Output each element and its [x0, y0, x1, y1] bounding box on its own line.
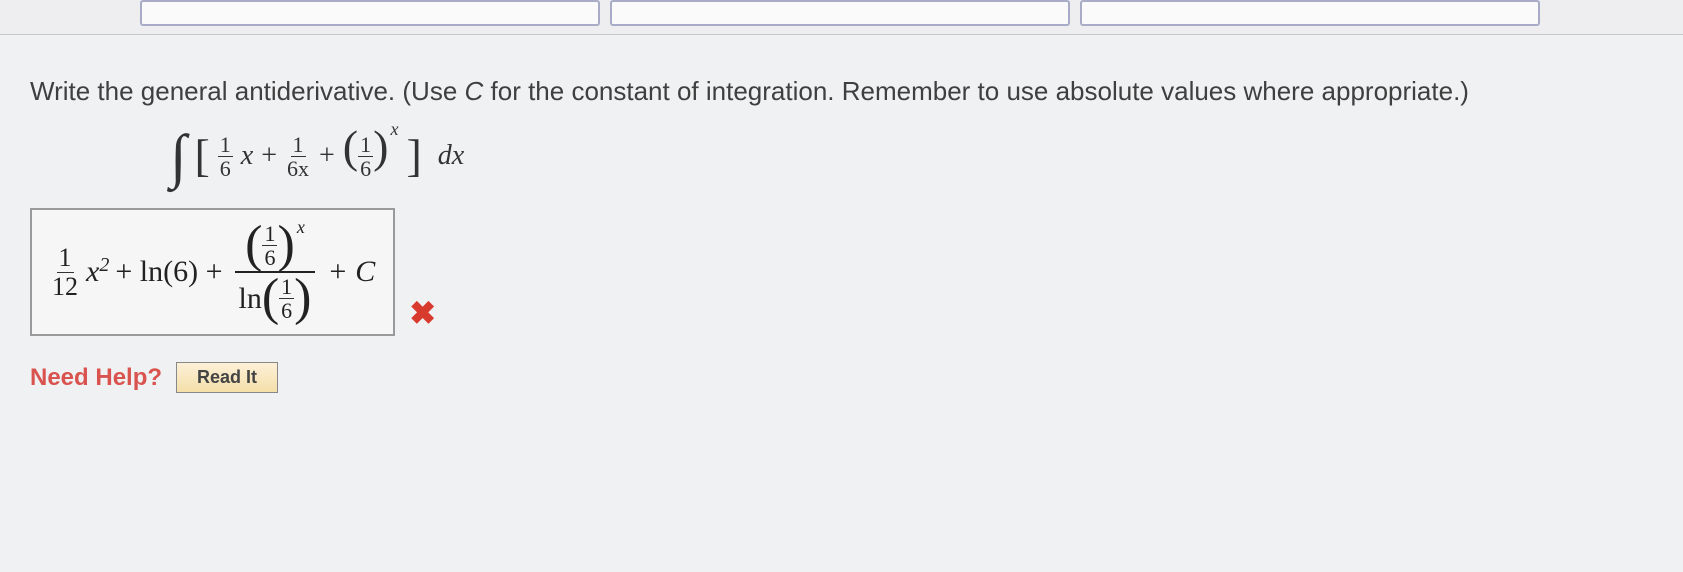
incorrect-icon: ✖ [409, 294, 436, 332]
question-content: Write the general antiderivative. (Use C… [0, 35, 1683, 411]
fraction-bot: 1 6 [279, 275, 294, 322]
integral-sign: ∫ [170, 141, 186, 171]
ln-label: ln [238, 282, 261, 316]
fraction-1-6x: 1 6x [285, 133, 311, 180]
read-it-button[interactable]: Read It [176, 362, 278, 393]
left-bracket: [ [194, 142, 209, 170]
fraction-1-6: 1 6 [218, 133, 233, 180]
fraction-1-6-base: 1 6 [358, 133, 373, 180]
answer-input[interactable]: 1 12 x2 + ln(6) + ( 1 6 ) x ln [30, 208, 395, 336]
prompt-part-b: for the constant of integration. Remembe… [483, 76, 1469, 106]
nav-tabs-bar [0, 0, 1683, 35]
fraction-top: 1 6 [262, 222, 277, 269]
plus-ln6-plus: + ln(6) + [115, 255, 222, 289]
left-paren: ( [245, 227, 262, 263]
nav-box[interactable] [1080, 0, 1540, 26]
nav-box[interactable] [140, 0, 600, 26]
fraction-1-12: 1 12 [50, 244, 80, 300]
need-help-label: Need Help? [30, 364, 162, 392]
nav-box[interactable] [610, 0, 1070, 26]
left-paren: ( [262, 280, 279, 316]
plus: + [319, 140, 335, 172]
var-x: x [241, 140, 253, 172]
left-paren: ( [343, 133, 358, 161]
plus-c: + C [327, 255, 375, 289]
prompt-const-var: C [465, 76, 484, 106]
x-squared: x2 [86, 255, 109, 289]
plus: + [261, 140, 277, 172]
right-paren: ) [373, 133, 388, 161]
right-bracket: ] [406, 142, 421, 170]
right-paren: ) [277, 227, 294, 263]
differential: dx [438, 140, 464, 172]
answer-row: 1 12 x2 + ln(6) + ( 1 6 ) x ln [30, 208, 1665, 336]
help-row: Need Help? Read It [30, 362, 1665, 393]
exponent-x: x [390, 119, 398, 140]
right-paren: ) [294, 280, 311, 316]
integral-expression: ∫ [ 1 6 x + 1 6x + ( 1 6 ) x ] dx [170, 133, 1665, 180]
exponent-x: x [297, 217, 305, 238]
prompt-part-a: Write the general antiderivative. (Use [30, 76, 465, 106]
prompt-text: Write the general antiderivative. (Use C… [30, 73, 1665, 111]
big-fraction: ( 1 6 ) x ln ( 1 6 ) [228, 220, 321, 324]
